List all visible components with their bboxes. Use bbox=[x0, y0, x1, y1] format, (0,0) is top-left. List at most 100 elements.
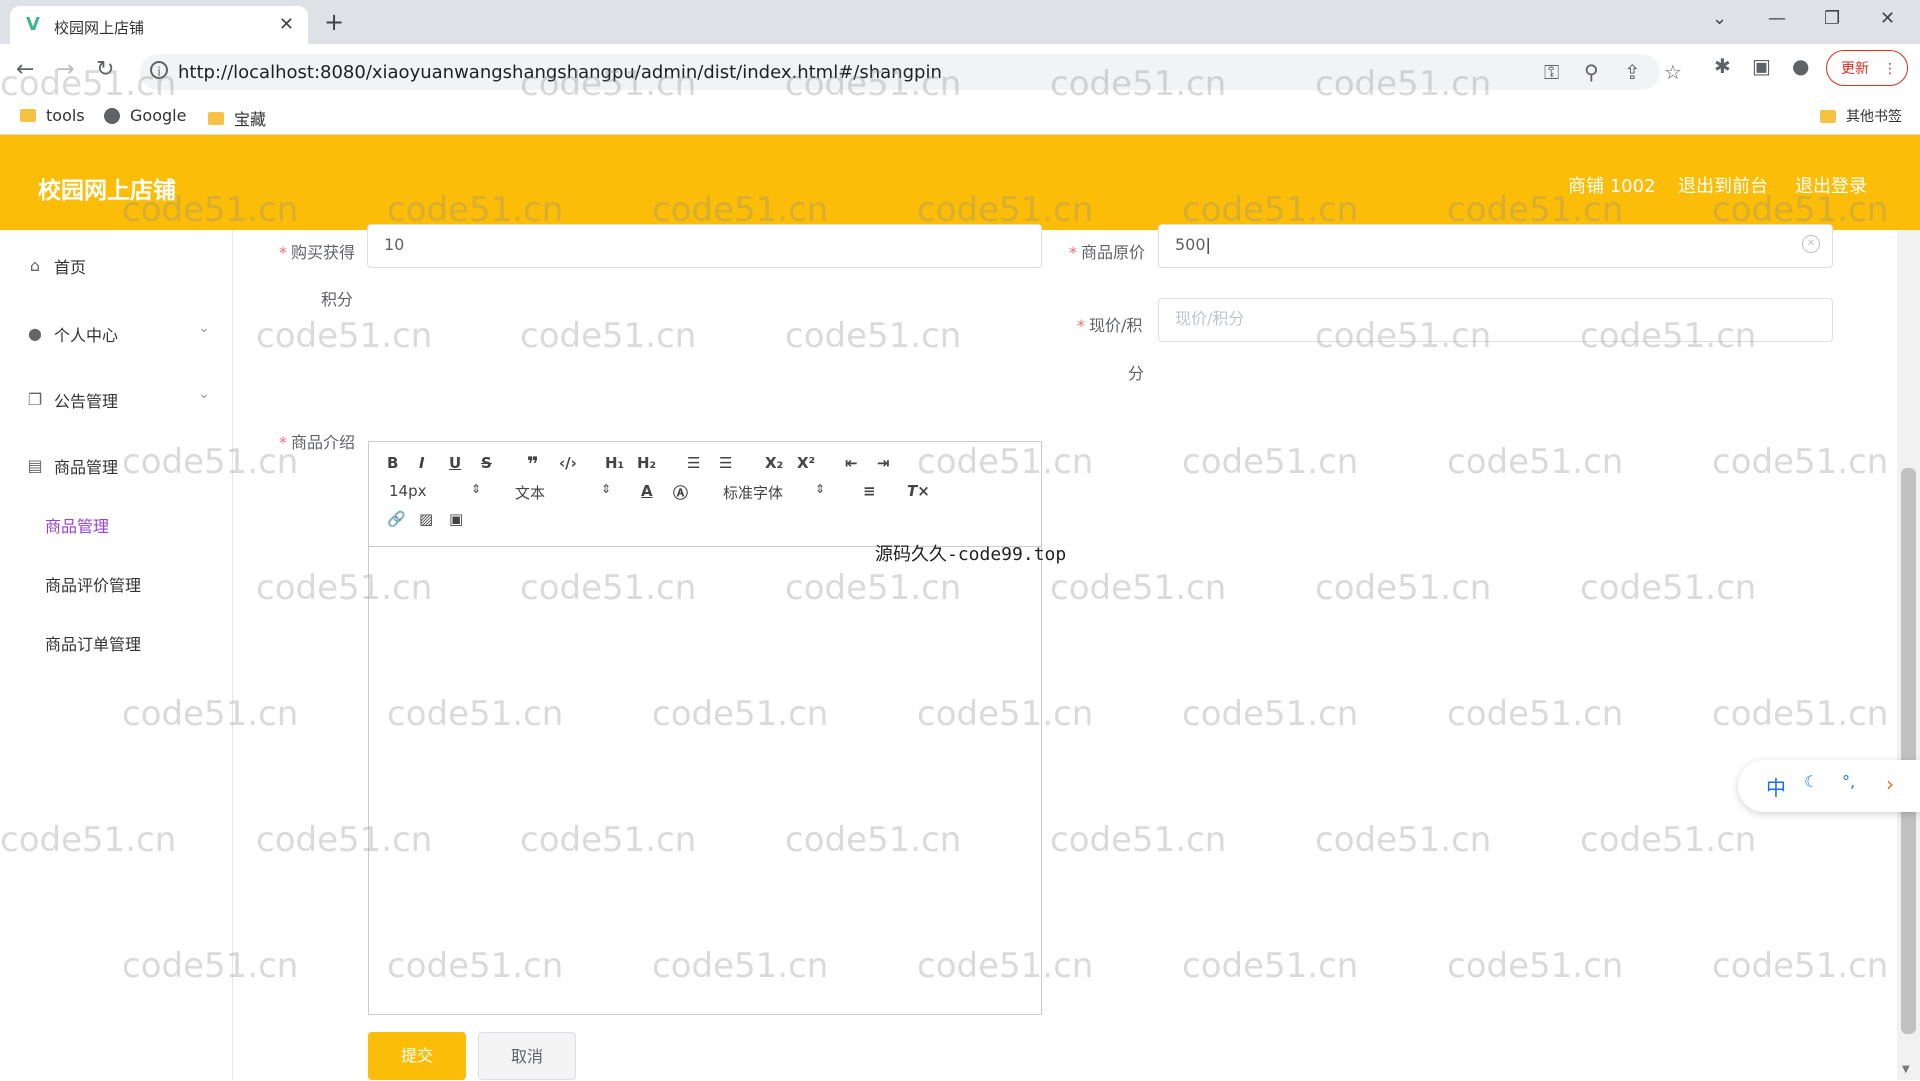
watermark: code51.cn bbox=[256, 316, 433, 356]
restore-icon[interactable]: ❐ bbox=[1824, 8, 1840, 29]
select-arrow-icon: ⇕ bbox=[601, 482, 612, 496]
to-front-link[interactable]: 退出到前台 bbox=[1678, 172, 1768, 198]
overlay-text: 源码久久-code99.top bbox=[875, 544, 1067, 565]
vue-favicon-icon: V bbox=[26, 14, 40, 35]
underline-icon[interactable]: U bbox=[449, 454, 461, 472]
price-label: * 商品原价 bbox=[1069, 243, 1146, 262]
image-icon[interactable]: ▨ bbox=[419, 510, 433, 528]
quote-icon[interactable]: ❞ bbox=[527, 452, 539, 476]
strike-icon[interactable]: S bbox=[481, 454, 492, 472]
sidebar-item-home[interactable]: ⌂ 首页 bbox=[26, 254, 86, 278]
bullet-list-icon[interactable]: ☰ bbox=[719, 454, 732, 472]
tab-close-icon[interactable]: ✕ bbox=[279, 14, 294, 35]
bookmark-treasure[interactable]: 宝藏 bbox=[208, 106, 266, 130]
moon-icon[interactable]: ☾ bbox=[1804, 772, 1818, 791]
link-icon[interactable]: 🔗 bbox=[387, 510, 406, 528]
extensions-icon[interactable]: ✱ bbox=[1714, 54, 1731, 78]
watermark: code51.cn bbox=[1447, 946, 1624, 986]
bookmark-star-icon[interactable]: ☆ bbox=[1664, 60, 1682, 84]
submenu-goods-manage[interactable]: 商品管理 bbox=[45, 513, 109, 537]
watermark: code51.cn bbox=[1580, 568, 1757, 608]
browser-tab[interactable]: V 校园网上店铺 ✕ bbox=[10, 6, 308, 44]
bookmark-label: 其他书签 bbox=[1846, 109, 1902, 125]
url-omnibox[interactable]: i http://localhost:8080/xiaoyuanwangshan… bbox=[140, 54, 1682, 90]
font-family-select[interactable]: 标准字体 bbox=[723, 482, 783, 503]
watermark: code51.cn bbox=[1447, 694, 1624, 734]
zoom-icon[interactable]: ⚲ bbox=[1584, 60, 1599, 84]
block-type-select[interactable]: 文本 bbox=[515, 482, 545, 503]
logout-link[interactable]: 退出登录 bbox=[1795, 172, 1867, 198]
intro-label: * 商品介绍 bbox=[279, 433, 356, 452]
bookmark-tools[interactable]: tools bbox=[20, 106, 85, 125]
new-tab-icon[interactable]: + bbox=[324, 8, 344, 36]
submenu-goods-order[interactable]: 商品订单管理 bbox=[45, 631, 141, 655]
sidebar-item-label: 首页 bbox=[54, 258, 87, 277]
now-price-input[interactable]: 现价/积分 bbox=[1158, 298, 1833, 342]
superscript-icon[interactable]: X² bbox=[797, 454, 815, 472]
other-bookmarks[interactable]: 其他书签 bbox=[1820, 106, 1902, 126]
align-icon[interactable]: ≡ bbox=[863, 482, 876, 500]
minimize-icon[interactable]: — bbox=[1768, 8, 1786, 29]
update-button[interactable]: 更新 ⋮ bbox=[1826, 50, 1908, 86]
watermark: code51.cn bbox=[1050, 568, 1227, 608]
background-color-icon[interactable]: Ⓐ bbox=[673, 482, 688, 503]
url-text[interactable]: http://localhost:8080/xiaoyuanwangshangs… bbox=[178, 62, 942, 83]
window-close-icon[interactable]: ✕ bbox=[1880, 8, 1895, 29]
watermark: code51.cn bbox=[520, 316, 697, 356]
site-info-icon[interactable]: i bbox=[150, 61, 168, 79]
app-header: 校园网上店铺 商铺 1002 退出到前台 退出登录 bbox=[0, 135, 1920, 230]
h2-icon[interactable]: H₂ bbox=[637, 454, 656, 472]
side-panel-icon[interactable]: ▣ bbox=[1752, 54, 1771, 78]
folder-icon bbox=[208, 111, 224, 125]
sidebar: ⌂ 首页 ● 个人中心 ⌄ ❐ 公告管理 ⌄ ▤ 商品管理 商品管理 商品评价管理 商品… bbox=[0, 230, 233, 1080]
watermark: code51.cn bbox=[1315, 568, 1492, 608]
subscript-icon[interactable]: X₂ bbox=[765, 454, 783, 472]
chevron-right-icon[interactable]: › bbox=[1886, 772, 1894, 796]
submenu-goods-review[interactable]: 商品评价管理 bbox=[45, 572, 141, 596]
price-value: 500 bbox=[1175, 235, 1206, 254]
scrollbar-thumb[interactable] bbox=[1901, 468, 1916, 1034]
ime-lang[interactable]: 中 bbox=[1766, 772, 1786, 801]
chevron-down-icon: ⌄ bbox=[198, 320, 210, 336]
video-icon[interactable]: ▣ bbox=[449, 510, 463, 528]
outdent-icon[interactable]: ⇤ bbox=[845, 454, 858, 472]
cancel-button[interactable]: 取消 bbox=[478, 1032, 576, 1080]
sidebar-item-personal[interactable]: ● 个人中心 bbox=[26, 322, 118, 346]
tab-search-icon[interactable]: ⌄ bbox=[1712, 8, 1727, 29]
h1-icon[interactable]: H₁ bbox=[605, 454, 624, 472]
rich-text-editor[interactable]: B I U S ❞ ‹/› H₁ H₂ ☰ ☰ X₂ X² ⇤ ⇥ 14px ⇕… bbox=[368, 441, 1042, 1015]
punctuation-icon[interactable]: °, bbox=[1842, 772, 1855, 791]
ime-toolbar[interactable]: 中 ☾ °, › bbox=[1738, 760, 1920, 812]
clear-icon[interactable]: ✕ bbox=[1802, 235, 1820, 253]
sidebar-item-notice[interactable]: ❐ 公告管理 bbox=[26, 388, 118, 412]
profile-icon[interactable]: ● bbox=[1792, 54, 1809, 78]
tab-title: 校园网上店铺 bbox=[54, 19, 145, 37]
price-label-text: 商品原价 bbox=[1081, 243, 1146, 262]
scroll-down-icon[interactable]: ▼ bbox=[1902, 1064, 1910, 1075]
address-bar: ← → ↻ i http://localhost:8080/xiaoyuanwa… bbox=[0, 44, 1920, 100]
font-size-select[interactable]: 14px bbox=[389, 482, 427, 500]
italic-icon[interactable]: I bbox=[419, 454, 425, 472]
price-input[interactable]: 500| ✕ bbox=[1158, 224, 1833, 268]
sidebar-item-label: 商品管理 bbox=[54, 458, 119, 477]
sidebar-item-goods[interactable]: ▤ 商品管理 bbox=[26, 454, 118, 478]
ordered-list-icon[interactable]: ☰ bbox=[687, 454, 700, 472]
watermark: code51.cn bbox=[1182, 442, 1359, 482]
watermark: code51.cn bbox=[1712, 694, 1889, 734]
submit-button[interactable]: 提交 bbox=[368, 1032, 466, 1080]
back-icon[interactable]: ← bbox=[16, 57, 34, 82]
clear-format-icon[interactable]: T× bbox=[907, 482, 930, 500]
editor-toolbar: B I U S ❞ ‹/› H₁ H₂ ☰ ☰ X₂ X² ⇤ ⇥ 14px ⇕… bbox=[369, 442, 1041, 547]
share-icon[interactable]: ⇪ bbox=[1624, 60, 1641, 84]
points-label-suffix: 积分 bbox=[321, 290, 354, 309]
points-input[interactable]: 10 bbox=[367, 224, 1042, 268]
text-color-icon[interactable]: A bbox=[641, 482, 653, 500]
bookmark-label: 宝藏 bbox=[234, 110, 267, 129]
bookmark-google[interactable]: Google bbox=[104, 106, 186, 125]
reload-icon[interactable]: ↻ bbox=[96, 57, 114, 82]
code-icon[interactable]: ‹/› bbox=[559, 454, 577, 472]
forward-icon[interactable]: → bbox=[56, 57, 74, 82]
bold-icon[interactable]: B bbox=[387, 454, 398, 472]
indent-icon[interactable]: ⇥ bbox=[877, 454, 890, 472]
key-icon[interactable]: ⚿ bbox=[1544, 60, 1559, 84]
